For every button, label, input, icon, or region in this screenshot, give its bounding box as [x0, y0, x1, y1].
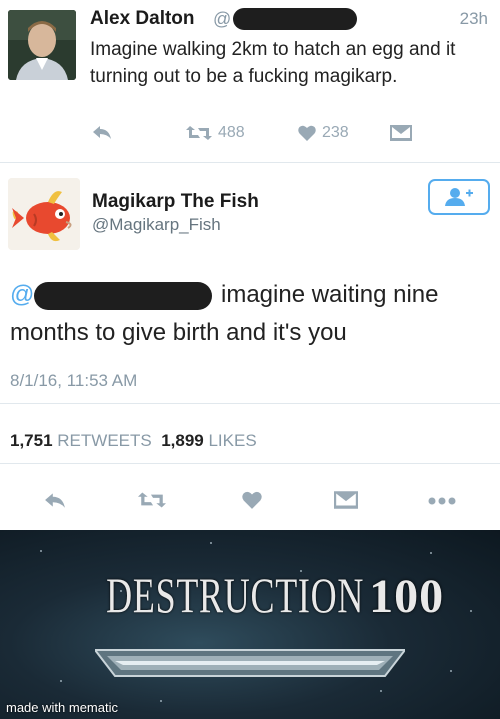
retweet-button[interactable]: 488 [186, 124, 245, 142]
avatar[interactable] [8, 178, 80, 250]
reply-icon [45, 493, 65, 508]
author-handle[interactable]: @Magikarp_Fish [92, 215, 221, 235]
redaction-bar [34, 282, 212, 310]
skill-name: DESTRUCTION [106, 567, 364, 623]
retweet-icon [186, 126, 212, 140]
skill-bar-graphic [95, 649, 405, 677]
skill-banner: DESTRUCTION 100 [0, 566, 500, 624]
message-button[interactable] [390, 125, 412, 141]
follow-button[interactable] [428, 179, 490, 215]
meme-image: DESTRUCTION 100 [0, 530, 500, 719]
retweet-button[interactable] [138, 491, 166, 509]
skill-level: 100 [369, 570, 445, 623]
redaction-bar [233, 8, 357, 30]
message-icon [334, 491, 358, 509]
like-icon [298, 125, 316, 141]
like-count[interactable]: 1,899 [161, 431, 204, 450]
mention-link[interactable]: @ [10, 281, 34, 308]
reply-icon [93, 126, 111, 139]
author-name[interactable]: Alex Dalton [90, 8, 195, 30]
avatar[interactable] [8, 10, 76, 80]
watermark-text: made with mematic [6, 700, 118, 715]
tweet-actions: 488 238 [90, 122, 490, 146]
retweet-count: 488 [218, 124, 245, 141]
author-handle[interactable]: @ [213, 9, 231, 30]
tweet-date[interactable]: 8/1/16, 11:53 AM [10, 371, 137, 391]
more-button[interactable] [428, 497, 456, 505]
message-button[interactable] [334, 491, 358, 509]
tweet-text: Imagine walking 2km to hatch an egg and … [90, 39, 456, 87]
tweet-magikarp: Magikarp The Fish @Magikarp_Fish @ imagi… [0, 163, 500, 530]
follow-icon [445, 188, 473, 206]
retweet-label[interactable]: RETWEETS [57, 431, 151, 450]
like-button[interactable]: 238 [298, 124, 349, 142]
tweet-alex-dalton: Alex Dalton @ 23h Imagine walking 2km to… [0, 0, 500, 162]
retweet-count[interactable]: 1,751 [10, 431, 53, 450]
like-button[interactable] [242, 491, 262, 509]
retweet-icon [138, 492, 166, 508]
tweet-text: @ imagine waiting nine months to give bi… [10, 276, 490, 352]
timestamp[interactable]: 23h [460, 9, 488, 29]
tweet-text-line1: imagine waiting nine [221, 281, 439, 308]
like-label[interactable]: LIKES [208, 431, 256, 450]
like-count: 238 [322, 124, 349, 141]
tweet-actions [0, 485, 500, 515]
like-icon [242, 491, 262, 509]
divider [0, 403, 500, 404]
reply-button[interactable] [44, 491, 66, 509]
divider [0, 463, 500, 464]
reply-button[interactable] [92, 124, 112, 140]
tweet-text-line2: months to give birth and it's you [10, 319, 347, 346]
message-icon [390, 125, 412, 141]
more-icon [428, 497, 456, 505]
tweet-stats: 1,751 RETWEETS 1,899 LIKES [10, 431, 257, 451]
author-name[interactable]: Magikarp The Fish [92, 191, 259, 213]
